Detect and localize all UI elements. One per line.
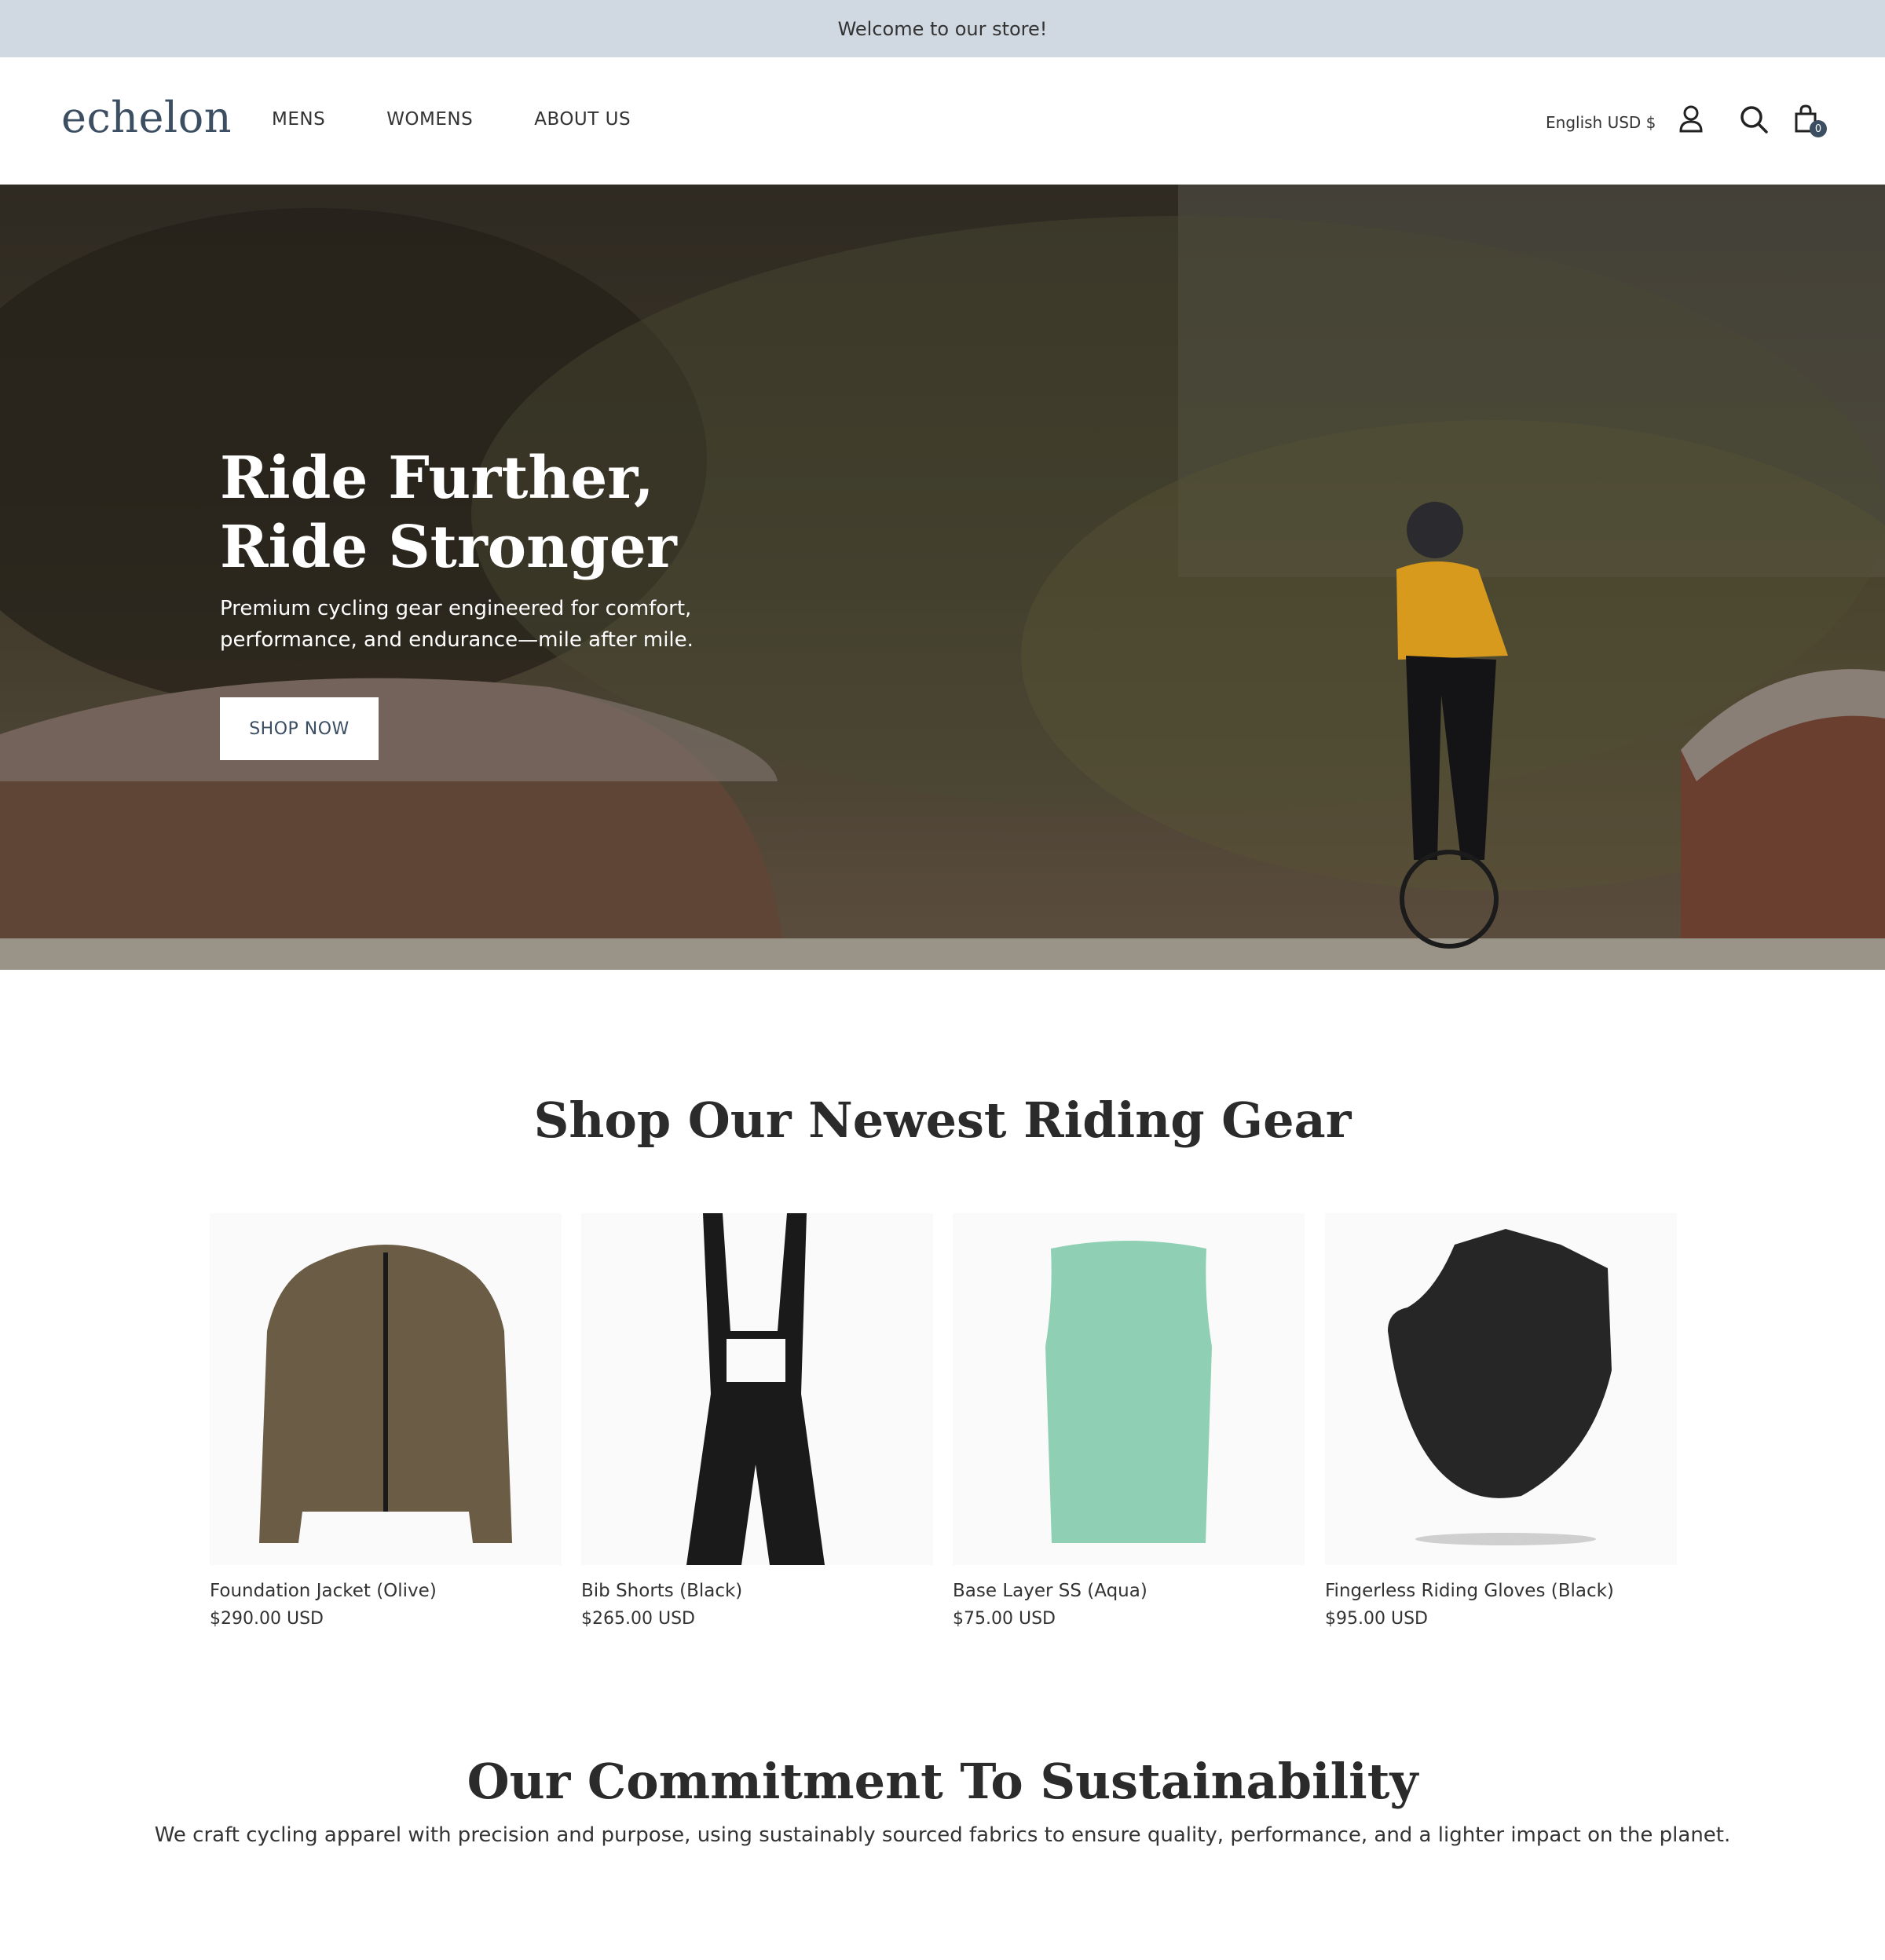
nav-item-mens[interactable]: MENS bbox=[272, 109, 325, 130]
nav-item-womens[interactable]: WOMENS bbox=[386, 109, 473, 130]
product-name[interactable]: Bib Shorts (Black) bbox=[581, 1581, 933, 1601]
product-name[interactable]: Base Layer SS (Aqua) bbox=[953, 1581, 1305, 1601]
account-icon[interactable] bbox=[1675, 103, 1707, 136]
product-card[interactable]: Bib Shorts (Black) $265.00 USD bbox=[581, 1213, 933, 1629]
announcement-text: Welcome to our store! bbox=[837, 17, 1048, 40]
product-name[interactable]: Fingerless Riding Gloves (Black) bbox=[1325, 1581, 1677, 1601]
shop-now-button[interactable]: SHOP NOW bbox=[220, 697, 379, 760]
product-card[interactable]: Foundation Jacket (Olive) $290.00 USD bbox=[210, 1213, 562, 1629]
sustainability-text: We craft cycling apparel with precision … bbox=[154, 1823, 1731, 1847]
sustainability-title: Our Commitment To Sustainability bbox=[467, 1753, 1418, 1810]
cart-icon[interactable]: 0 bbox=[1791, 103, 1827, 137]
main-nav: MENS WOMENS ABOUT US bbox=[272, 109, 631, 130]
logo[interactable]: echelon bbox=[61, 93, 232, 142]
product-price: $75.00 USD bbox=[953, 1609, 1056, 1629]
site-header: echelon MENS WOMENS ABOUT US English USD… bbox=[0, 57, 1885, 185]
nav-item-about-us[interactable]: ABOUT US bbox=[534, 109, 631, 130]
search-icon[interactable] bbox=[1737, 103, 1770, 136]
product-name[interactable]: Foundation Jacket (Olive) bbox=[210, 1581, 562, 1601]
hero-subtitle: Premium cycling gear engineered for comf… bbox=[220, 597, 694, 652]
products-section-title: Shop Our Newest Riding Gear bbox=[533, 1092, 1352, 1149]
hero-title: Ride Further, Ride Stronger bbox=[220, 444, 677, 581]
product-card[interactable]: Fingerless Riding Gloves (Black) $95.00 … bbox=[1325, 1213, 1677, 1629]
locale-selector[interactable]: English USD $ bbox=[1546, 113, 1656, 132]
product-image-bib-shorts[interactable] bbox=[581, 1213, 933, 1565]
product-price: $95.00 USD bbox=[1325, 1609, 1428, 1629]
cart-count-badge: 0 bbox=[1810, 120, 1827, 137]
product-image-base-layer[interactable] bbox=[953, 1213, 1305, 1565]
product-price: $290.00 USD bbox=[210, 1609, 324, 1629]
product-image-jacket[interactable] bbox=[210, 1213, 562, 1565]
product-card[interactable]: Base Layer SS (Aqua) $75.00 USD bbox=[953, 1213, 1305, 1629]
product-image-gloves[interactable] bbox=[1325, 1213, 1677, 1565]
announcement-bar: Welcome to our store! bbox=[0, 0, 1885, 57]
product-price: $265.00 USD bbox=[581, 1609, 695, 1629]
hero-banner: Ride Further, Ride Stronger Premium cycl… bbox=[0, 185, 1885, 970]
